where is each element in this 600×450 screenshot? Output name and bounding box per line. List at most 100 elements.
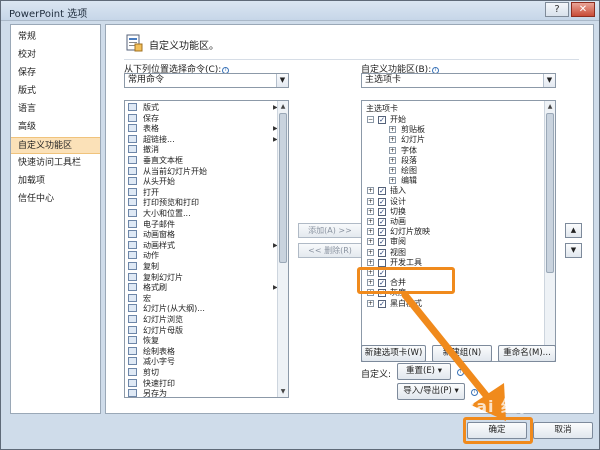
ribbon-tree-scrollbar[interactable]: ▲ ▼ <box>544 101 555 361</box>
command-list-item[interactable]: 恢复 <box>128 336 159 346</box>
help-button[interactable]: ? <box>545 2 569 17</box>
import-export-button[interactable]: 导入/导出(P) ▾ <box>397 383 465 400</box>
close-button[interactable]: ✕ <box>571 2 595 17</box>
command-list-item[interactable]: 版式 ▶ <box>128 103 278 113</box>
command-list-item[interactable]: 动画样式 ▶ <box>128 240 278 251</box>
ribbon-tree-item[interactable]: + 字体 <box>362 146 542 156</box>
command-list-item[interactable]: 幻灯片母版 <box>128 325 183 336</box>
expand-icon[interactable]: + <box>389 167 396 174</box>
command-list-item[interactable]: 表格 ▶ <box>128 124 278 134</box>
command-list-item[interactable]: 复制幻灯片 <box>128 272 183 283</box>
command-list-item[interactable]: 从当前幻灯片开始 <box>128 166 207 177</box>
ribbon-tree-item[interactable]: + ✓ 视图 <box>362 248 542 258</box>
command-list-item[interactable]: 另存为 <box>128 389 167 397</box>
nav-item[interactable]: 校对 <box>11 47 100 64</box>
ribbon-tree-item[interactable]: + 编辑 <box>362 176 542 186</box>
command-list-item[interactable]: 幻灯片(从大纲)... <box>128 304 205 314</box>
expand-icon[interactable]: + <box>389 136 396 144</box>
ribbon-tabs-select[interactable]: 主选项卡 ▼ <box>361 73 556 88</box>
expand-icon[interactable]: + <box>367 187 374 195</box>
expand-icon[interactable]: + <box>367 258 374 266</box>
expand-icon[interactable]: + <box>367 197 374 205</box>
tab-checkbox[interactable]: ✓ <box>378 238 386 247</box>
command-list-item[interactable]: 撤消 <box>128 145 159 155</box>
tab-checkbox[interactable] <box>378 258 386 267</box>
command-list-item[interactable]: 格式刷 ▶ <box>128 283 278 293</box>
expand-icon[interactable]: + <box>367 248 374 256</box>
command-list-item[interactable]: 减小字号 <box>128 357 175 367</box>
expand-icon[interactable]: + <box>389 156 396 164</box>
tab-checkbox[interactable]: ✓ <box>378 228 386 237</box>
ribbon-tree-item[interactable]: + 段落 <box>362 156 542 166</box>
nav-item[interactable]: 自定义功能区 <box>11 137 100 154</box>
command-list-item[interactable]: 幻灯片浏览 <box>128 315 183 325</box>
command-list-item[interactable]: 大小和位置... <box>128 209 191 219</box>
ribbon-tree-item[interactable]: − ✓ 开始 <box>362 115 542 125</box>
command-list-item[interactable]: 快速打印 <box>128 378 175 389</box>
tab-checkbox[interactable]: ✓ <box>378 248 386 257</box>
scroll-up-icon[interactable]: ▲ <box>545 101 555 112</box>
expand-icon[interactable]: + <box>367 299 374 307</box>
ribbon-tree-item[interactable]: + 剪贴板 <box>362 125 542 135</box>
reset-button[interactable]: 重置(E) ▾ <box>397 363 451 380</box>
ribbon-tree-item[interactable]: + 绘图 <box>362 166 542 176</box>
scroll-thumb[interactable] <box>546 113 554 273</box>
nav-item[interactable]: 快速访问工具栏 <box>11 155 100 172</box>
expand-icon[interactable]: + <box>389 177 396 185</box>
ribbon-tree-item[interactable]: + ✓ 动画 <box>362 217 542 227</box>
tab-checkbox[interactable]: ✓ <box>378 218 386 226</box>
nav-item[interactable]: 高级 <box>11 119 100 136</box>
ribbon-tree-item[interactable]: + ✓ 切换 <box>362 207 542 217</box>
command-list-item[interactable]: 从头开始 <box>128 177 175 187</box>
scroll-down-icon[interactable]: ▼ <box>278 386 288 397</box>
ribbon-tree-item[interactable]: + 幻灯片 <box>362 135 542 145</box>
expand-icon[interactable]: + <box>367 207 374 215</box>
expand-icon[interactable]: + <box>389 126 396 134</box>
rename-button[interactable]: 重命名(M)... <box>498 345 556 362</box>
choose-commands-select[interactable]: 常用命令 ▼ <box>124 73 289 88</box>
nav-item[interactable]: 保存 <box>11 65 100 82</box>
ribbon-tree-item[interactable]: + ✓ 插入 <box>362 186 542 196</box>
new-tab-button[interactable]: 新建选项卡(W) <box>361 345 426 362</box>
cancel-button[interactable]: 取消 <box>533 422 593 439</box>
nav-item[interactable]: 版式 <box>11 83 100 100</box>
command-list-item[interactable]: 电子邮件 <box>128 219 175 230</box>
command-list-scrollbar[interactable]: ▲ ▼ <box>277 101 288 397</box>
ribbon-tree-item[interactable]: + ✓ 审阅 <box>362 237 542 247</box>
command-list-item[interactable]: 动画窗格 <box>128 230 175 240</box>
ribbon-tree-item[interactable]: + ✓ 黑白模式 <box>362 299 542 309</box>
tab-checkbox[interactable]: ✓ <box>378 187 386 196</box>
ribbon-tree-item[interactable]: + ✓ 幻灯片放映 <box>362 227 542 237</box>
command-list-item[interactable]: 垂直文本框 <box>128 156 183 166</box>
scroll-up-icon[interactable]: ▲ <box>278 101 288 112</box>
command-list-item[interactable]: 打印预览和打印 <box>128 198 199 208</box>
command-list-item[interactable]: 绘制表格 <box>128 346 175 357</box>
nav-item[interactable]: 加载项 <box>11 173 100 190</box>
nav-item[interactable]: 常规 <box>11 29 100 46</box>
command-list-item[interactable]: 复制 <box>128 262 159 272</box>
command-list-item[interactable]: 打开 <box>128 187 159 198</box>
expand-icon[interactable]: + <box>389 146 396 154</box>
move-down-button[interactable]: ▼ <box>565 243 582 258</box>
command-list-item[interactable]: 动作 <box>128 251 159 261</box>
collapse-icon[interactable]: − <box>367 116 374 123</box>
remove-button[interactable]: << 删除(R) <box>298 243 362 258</box>
command-list-item[interactable]: 剪切 <box>128 368 159 378</box>
add-button[interactable]: 添加(A) >> <box>298 223 362 238</box>
command-list-item[interactable]: 保存 <box>128 113 159 124</box>
expand-icon[interactable]: + <box>367 218 374 225</box>
expand-icon[interactable]: + <box>367 238 374 246</box>
command-list-item[interactable]: 超链接... ▶ <box>128 134 278 145</box>
nav-item[interactable]: 信任中心 <box>11 191 100 208</box>
tab-checkbox[interactable]: ✓ <box>378 116 386 124</box>
tab-checkbox[interactable]: ✓ <box>378 207 386 216</box>
nav-item[interactable]: 语言 <box>11 101 100 118</box>
new-group-button[interactable]: 新建组(N) <box>432 345 492 362</box>
scroll-thumb[interactable] <box>279 113 287 263</box>
ribbon-tree-item[interactable]: + ✓ 设计 <box>362 197 542 207</box>
tab-checkbox[interactable]: ✓ <box>378 197 386 206</box>
move-up-button[interactable]: ▲ <box>565 223 582 238</box>
command-list-item[interactable]: 宏 <box>128 293 151 304</box>
tab-checkbox[interactable]: ✓ <box>378 299 386 308</box>
expand-icon[interactable]: + <box>367 228 374 236</box>
